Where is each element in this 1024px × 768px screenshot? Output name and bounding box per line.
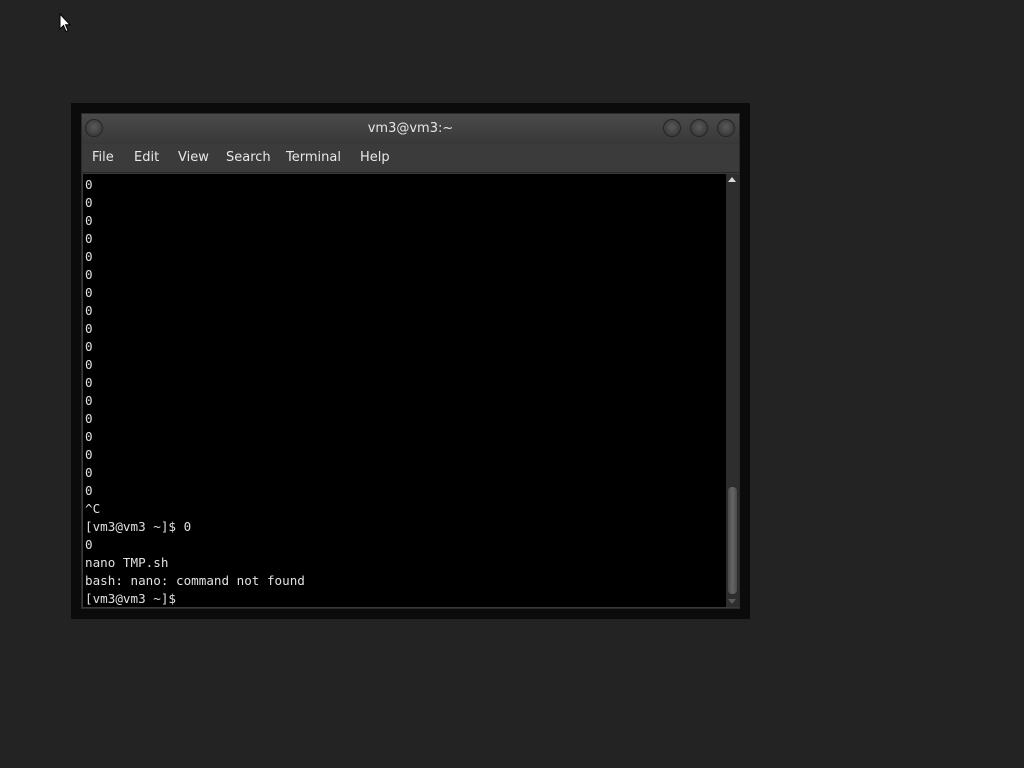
terminal-line: 0 bbox=[85, 321, 93, 336]
terminal-line: 0 bbox=[85, 393, 93, 408]
terminal-line: 0 bbox=[85, 267, 93, 282]
scroll-down-arrow-icon[interactable] bbox=[728, 599, 736, 604]
vertical-scrollbar[interactable] bbox=[726, 174, 739, 607]
terminal-prompt-line: [vm3@vm3 ~]$ 0 bbox=[85, 519, 192, 534]
menu-edit[interactable]: Edit bbox=[134, 150, 159, 165]
mouse-pointer-icon bbox=[59, 13, 71, 33]
window-title: vm3@vm3:~ bbox=[367, 121, 454, 136]
terminal-line: 0 bbox=[85, 357, 93, 372]
terminal-line: 0 bbox=[85, 447, 93, 462]
terminal-line: 0 bbox=[85, 213, 93, 228]
scroll-up-arrow-icon[interactable] bbox=[728, 177, 736, 182]
menu-help[interactable]: Help bbox=[360, 150, 390, 165]
close-icon[interactable] bbox=[717, 119, 735, 137]
terminal-line: 0 bbox=[85, 285, 93, 300]
terminal-line: 0 bbox=[85, 339, 93, 354]
terminal-line: 0 bbox=[85, 375, 93, 390]
terminal-line: 0 bbox=[85, 483, 93, 498]
menu-search[interactable]: Search bbox=[226, 150, 271, 165]
terminal-line: 0 bbox=[85, 303, 93, 318]
terminal-line: nano TMP.sh bbox=[85, 555, 169, 570]
menu-view[interactable]: View bbox=[178, 150, 209, 165]
terminal-line: 0 bbox=[85, 231, 93, 246]
terminal-line: 0 bbox=[85, 249, 93, 264]
terminal-output: 0 0 0 0 0 0 0 0 0 0 0 0 0 0 0 0 0 0 ^C [… bbox=[83, 174, 726, 607]
terminal-line: 0 bbox=[85, 537, 93, 552]
terminal-line: ^C bbox=[85, 501, 101, 516]
menu-bar: File Edit View Search Terminal Help bbox=[82, 144, 739, 173]
terminal-line: 0 bbox=[85, 195, 93, 210]
terminal-prompt-line: [vm3@vm3 ~]$ bbox=[85, 591, 184, 606]
minimize-icon[interactable] bbox=[663, 119, 681, 137]
maximize-icon[interactable] bbox=[690, 119, 708, 137]
menu-terminal[interactable]: Terminal bbox=[286, 150, 341, 165]
scrollbar-thumb[interactable] bbox=[728, 487, 737, 594]
terminal-output-area[interactable]: 0 0 0 0 0 0 0 0 0 0 0 0 0 0 0 0 0 0 ^C [… bbox=[83, 174, 726, 607]
desktop: vm3@vm3:~ File Edit View Search Terminal… bbox=[0, 0, 1024, 768]
terminal-window: vm3@vm3:~ File Edit View Search Terminal… bbox=[81, 113, 740, 609]
terminal-line: 0 bbox=[85, 465, 93, 480]
terminal-line: 0 bbox=[85, 177, 93, 192]
terminal-error-line: bash: nano: command not found bbox=[85, 573, 305, 588]
title-bar[interactable]: vm3@vm3:~ bbox=[82, 114, 739, 144]
terminal-line: 0 bbox=[85, 411, 93, 426]
terminal-line: 0 bbox=[85, 429, 93, 444]
menu-file[interactable]: File bbox=[92, 150, 114, 165]
